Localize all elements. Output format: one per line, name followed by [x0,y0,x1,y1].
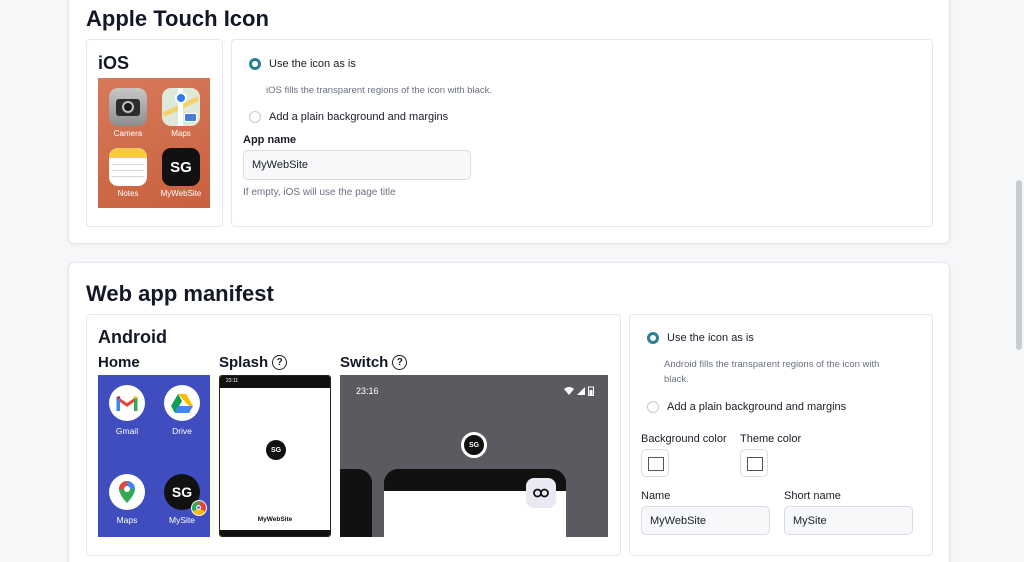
app-name-helper: If empty, iOS will use the page title [243,187,396,198]
gmail-icon [109,385,145,421]
android-switch-preview: 23:16 SG [340,375,608,537]
android-preview-title: Android [98,327,167,347]
short-name-label: Short name [784,490,841,502]
link-icon[interactable] [526,478,556,508]
manifest-option-as-is[interactable]: Use the icon as is [647,332,754,344]
app-name-label: App name [243,134,297,146]
ios-app-mywebsite: SG MyWebSite [156,148,206,198]
android-splash-preview: 23:11 SG MyWebSite [219,375,331,537]
ios-option-as-is-hint: iOS fills the transparent regions of the… [266,85,493,96]
chrome-badge-icon [191,500,207,516]
splash-app-name: MyWebSite [257,516,293,523]
switch-preview-title: Switch ? [340,354,408,371]
page-scrollbar[interactable] [1016,180,1022,350]
notes-icon [109,148,147,186]
sg-logo-icon: SG [164,474,207,516]
drive-icon [164,385,200,421]
sg-logo-icon: SG [162,148,200,186]
apple-touch-icon-title: Apple Touch Icon [86,6,269,31]
manifest-option-as-is-hint: Android fills the transparent regions of… [664,359,880,385]
manifest-option-background[interactable]: Add a plain background and margins [647,401,846,413]
radio-selected-icon[interactable] [249,58,261,70]
android-app-mysite: SG MySite [162,474,207,525]
web-app-manifest-title: Web app manifest [86,281,274,306]
theme-color-label: Theme color [740,433,802,445]
home-preview-title: Home [98,354,140,371]
ios-option-as-is[interactable]: Use the icon as is [249,58,356,70]
background-color-picker[interactable] [641,449,669,477]
status-icons [564,386,594,396]
help-icon[interactable]: ? [392,355,408,370]
ios-option-background[interactable]: Add a plain background and margins [249,111,448,123]
app-name-input[interactable]: MyWebSite [243,150,471,180]
ios-app-maps: Maps [161,88,201,138]
help-icon[interactable]: ? [272,355,288,370]
radio-selected-icon[interactable] [647,332,659,344]
ios-app-notes: Notes [108,148,148,198]
radio-unselected-icon[interactable] [647,401,659,413]
ios-preview-title: iOS [98,53,130,73]
theme-color-picker[interactable] [740,449,768,477]
short-name-input[interactable]: MySite [784,506,913,535]
ios-app-camera: Camera [108,88,148,138]
android-app-maps: Maps [107,474,147,525]
sg-logo-icon: SG [266,440,286,460]
android-app-gmail: Gmail [107,385,147,436]
maps-pin-icon [109,474,145,510]
sg-logo-icon: SG [461,432,487,458]
android-app-drive: Drive [162,385,202,436]
splash-preview-title: Splash ? [219,354,288,371]
name-label: Name [641,490,671,502]
radio-unselected-icon[interactable] [249,111,261,123]
maps-icon [162,88,200,126]
camera-icon [109,88,147,126]
name-input[interactable]: MyWebSite [641,506,770,535]
background-color-label: Background color [641,433,727,445]
